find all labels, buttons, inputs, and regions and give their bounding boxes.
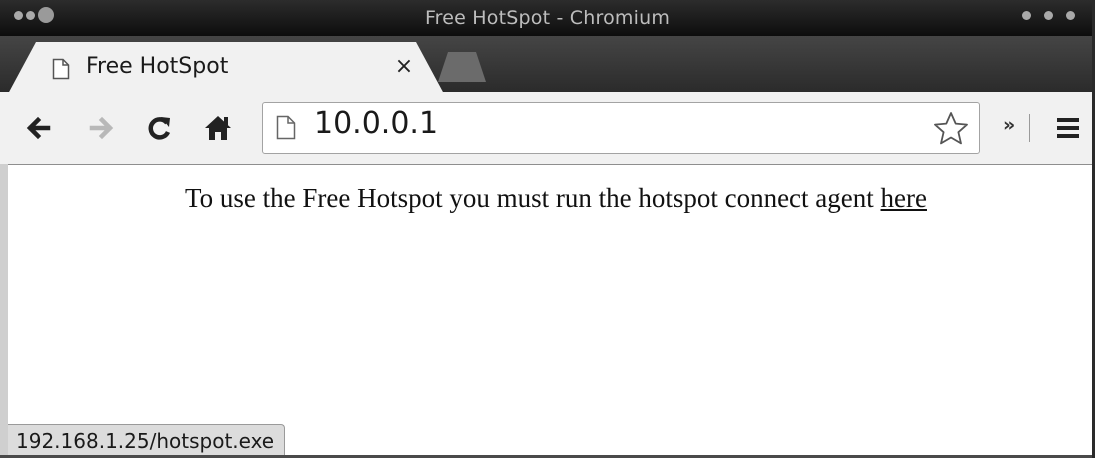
window-title: Free HotSpot - Chromium <box>424 7 671 29</box>
minimize-dot[interactable] <box>1022 11 1031 20</box>
browser-window: Free HotSpot - Chromium Free HotSpot × 1… <box>0 0 1095 458</box>
toolbar-separator <box>1029 114 1030 142</box>
star-icon[interactable] <box>932 110 970 152</box>
tab-title[interactable]: Free HotSpot <box>86 54 228 79</box>
status-bubble: 192.168.1.25/hotspot.exe <box>8 424 286 456</box>
url-text[interactable]: 10.0.0.1 <box>314 106 438 141</box>
hotspot-message: To use the Free Hotspot you must run the… <box>0 183 1095 214</box>
download-link[interactable]: here <box>881 183 927 213</box>
close-dot[interactable] <box>1066 11 1075 20</box>
extensions-overflow-button[interactable]: » <box>1003 114 1015 136</box>
tab-close-button[interactable]: × <box>390 52 418 82</box>
hamburger-menu-icon[interactable] <box>1055 115 1081 145</box>
back-arrow-icon[interactable] <box>22 110 58 146</box>
page-info-icon[interactable] <box>276 115 296 144</box>
titlebar: Free HotSpot - Chromium <box>0 0 1095 36</box>
reload-icon[interactable] <box>142 110 178 146</box>
maximize-dot[interactable] <box>1044 11 1053 20</box>
message-text: To use the Free Hotspot you must run the… <box>185 183 874 213</box>
page-icon <box>52 58 70 84</box>
home-icon[interactable] <box>200 110 236 146</box>
forward-arrow-icon[interactable] <box>82 110 118 146</box>
